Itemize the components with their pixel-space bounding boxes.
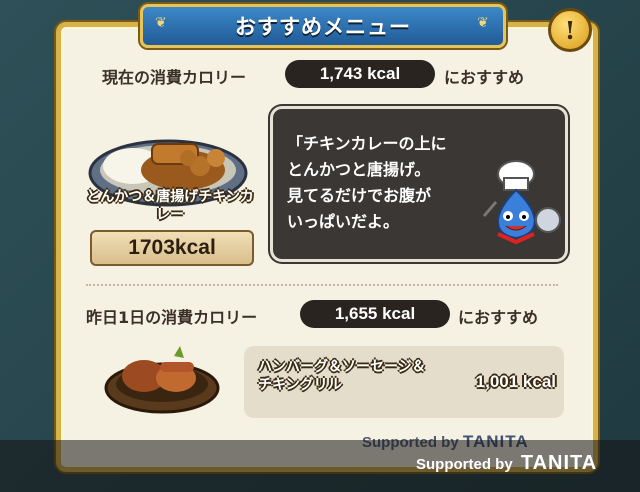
ornament-left-icon: ❦ [155, 15, 167, 31]
today-label: 現在の消費カロリー [102, 68, 247, 87]
today-kcal-pill: 1,743 kcal [285, 60, 435, 88]
supported-by-footer-text: Supported by [416, 456, 513, 473]
supported-by-footer: Supported by TANITA [416, 452, 597, 475]
section-divider [86, 284, 558, 286]
grill-plate-icon[interactable] [104, 336, 222, 416]
title-banner: ❦ おすすめメニュー ❦ [140, 4, 506, 48]
recommended-item[interactable]: ハンバーグ＆ソーセージ＆チキングリル 1,001 kcal [244, 346, 564, 418]
today-label-suffix: におすすめ [444, 68, 525, 87]
exclamation-icon[interactable]: ! [548, 8, 592, 52]
food-name: とんかつ＆唐揚げチキンカレー [86, 189, 254, 223]
food-kcal-ribbon: 1703kcal [90, 230, 254, 266]
ornament-right-icon: ❦ [477, 15, 489, 31]
yesterday-label: 昨日1日の消費カロリー [86, 308, 258, 327]
yesterday-label-suffix: におすすめ [458, 308, 539, 327]
page-title: おすすめメニュー [235, 15, 411, 39]
yesterday-kcal-pill: 1,655 kcal [300, 300, 450, 328]
item-name: ハンバーグ＆ソーセージ＆チキングリル [258, 359, 426, 393]
speech-text: 「チキンカレーの上に とんかつと唐揚げ。 見てるだけでお腹が いっぱいだよ。 [287, 134, 447, 231]
tanita-footer-logo: TANITA [520, 452, 598, 474]
slime-chef-icon [482, 160, 561, 245]
item-kcal: 1,001 kcal [475, 372, 556, 391]
